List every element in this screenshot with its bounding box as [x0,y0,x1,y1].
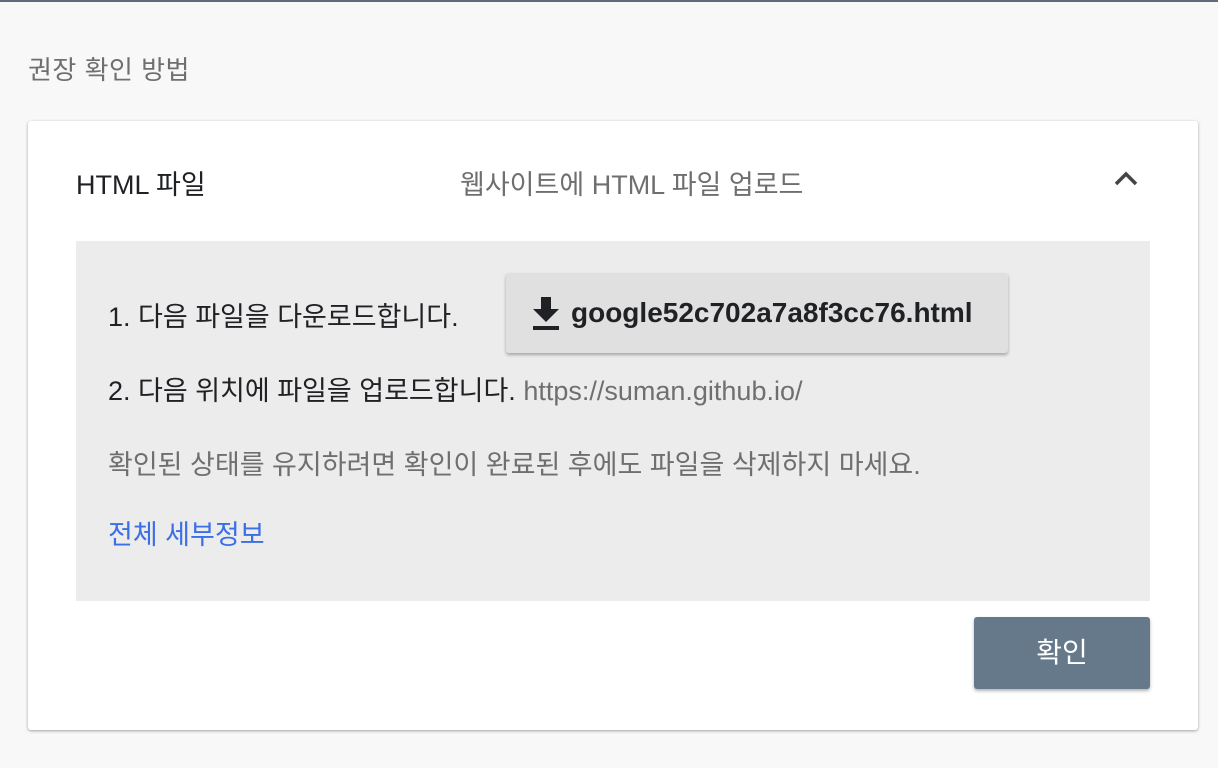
download-icon [530,295,562,331]
method-description: 웹사이트에 HTML 파일 업로드 [460,170,804,200]
step-2-label: 2. 다음 위치에 파일을 업로드합니다. [108,376,516,406]
upload-url: https://suman.github.io/ [523,376,803,406]
method-name: HTML 파일 [76,170,206,200]
confirm-button[interactable]: 확인 [974,617,1150,689]
section-title: 권장 확인 방법 [28,55,190,85]
verification-method-card: HTML 파일 웹사이트에 HTML 파일 업로드 1. 다음 파일을 다운로드… [28,121,1198,730]
chevron-up-icon[interactable] [1110,163,1142,195]
keep-file-notice: 확인된 상태를 유지하려면 확인이 완료된 후에도 파일을 삭제하지 마세요. [108,450,921,480]
step-1-label: 1. 다음 파일을 다운로드합니다. [108,302,459,332]
step-2-line: 2. 다음 위치에 파일을 업로드합니다. https://suman.gith… [108,369,802,408]
top-divider [0,0,1218,2]
method-header[interactable]: HTML 파일 웹사이트에 HTML 파일 업로드 [28,121,1198,239]
full-details-link[interactable]: 전체 세부정보 [108,513,265,552]
download-file-button[interactable]: google52c702a7a8f3cc76.html [506,273,1008,353]
download-file-name: google52c702a7a8f3cc76.html [571,297,973,328]
instructions-panel: 1. 다음 파일을 다운로드합니다. google52c702a7a8f3cc7… [76,241,1150,601]
